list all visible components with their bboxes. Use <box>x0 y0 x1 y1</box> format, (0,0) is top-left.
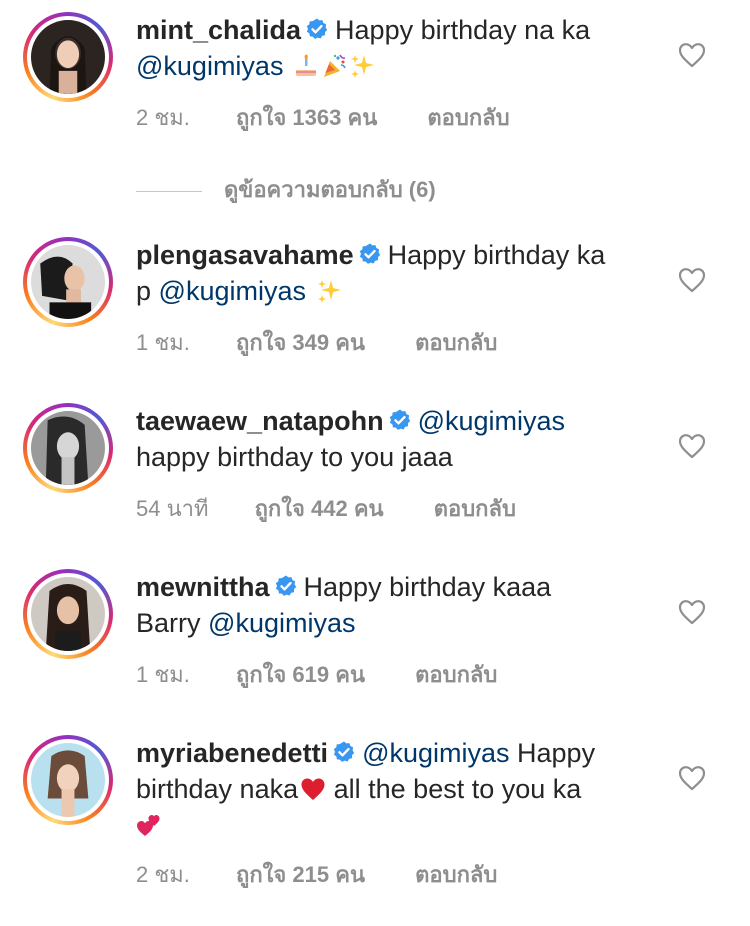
comment-text: Barry <box>136 608 201 638</box>
like-heart-icon[interactable] <box>678 267 706 293</box>
reply-button[interactable]: ตอบกลับ <box>415 325 497 360</box>
birthday-cake-icon <box>293 53 319 79</box>
comment-username[interactable]: mewnittha <box>136 572 270 602</box>
verified-badge-icon <box>332 740 356 764</box>
mention-link[interactable]: @kugimiyas <box>136 51 283 81</box>
avatar-story-ring[interactable] <box>23 735 113 825</box>
comment-body: mewnittha Happy birthday kaaa Barry @kugi… <box>136 569 656 641</box>
comment-body: mint_chalida Happy birthday na ka @kugimi… <box>136 12 656 84</box>
comment-body: taewaew_natapohn @kugimiyas happy birthda… <box>136 403 656 475</box>
party-popper-icon <box>321 53 347 79</box>
avatar <box>31 743 105 817</box>
likes-count[interactable]: ถูกใจ 349 คน <box>236 325 365 360</box>
verified-badge-icon <box>388 408 412 432</box>
comment-time: 54 นาที <box>136 496 209 521</box>
comment-meta: 2 ชม. ถูกใจ 215 คน ตอบกลับ <box>136 857 497 892</box>
like-heart-icon[interactable] <box>678 599 706 625</box>
view-replies-label: ดูข้อความตอบกลับ (6) <box>224 177 436 202</box>
likes-count[interactable]: ถูกใจ 442 คน <box>255 491 384 526</box>
avatar <box>31 245 105 319</box>
avatar <box>31 411 105 485</box>
comment-time: 2 ชม. <box>136 105 190 130</box>
comment-meta: 1 ชม. ถูกใจ 619 คน ตอบกลับ <box>136 657 497 692</box>
comment-time: 2 ชม. <box>136 862 190 887</box>
verified-badge-icon <box>274 574 298 598</box>
comment-body: myriabenedetti @kugimiyas Happy birthday … <box>136 735 656 843</box>
comment-text: Happy birthday ka <box>387 240 606 270</box>
comment-username[interactable]: myriabenedetti <box>136 738 328 768</box>
avatar <box>31 577 105 651</box>
comment-meta: 2 ชม. ถูกใจ 1363 คน ตอบกลับ <box>136 100 510 135</box>
likes-count[interactable]: ถูกใจ 215 คน <box>236 857 365 892</box>
mention-link[interactable]: @kugimiyas <box>418 406 565 436</box>
mention-link[interactable]: @kugimiyas <box>159 276 306 306</box>
comment-username[interactable]: plengasavahame <box>136 240 354 270</box>
avatar-story-ring[interactable] <box>23 237 113 327</box>
reply-button[interactable]: ตอบกลับ <box>415 857 497 892</box>
comment-time: 1 ชม. <box>136 330 190 355</box>
comment-text: happy birthday to you jaaa <box>136 442 453 472</box>
reply-button[interactable]: ตอบกลับ <box>434 491 516 526</box>
verified-badge-icon <box>358 242 382 266</box>
avatar <box>31 20 105 94</box>
reply-button[interactable]: ตอบกลับ <box>415 657 497 692</box>
divider-line <box>136 190 202 192</box>
view-replies-button[interactable]: ดูข้อความตอบกลับ (6) <box>136 172 436 207</box>
comment-body: plengasavahame Happy birthday ka p @kugim… <box>136 237 656 309</box>
red-heart-icon <box>300 776 326 802</box>
comment-username[interactable]: mint_chalida <box>136 15 301 45</box>
verified-badge-icon <box>305 17 329 41</box>
likes-count[interactable]: ถูกใจ 619 คน <box>236 657 365 692</box>
sparkles-icon <box>349 53 375 79</box>
avatar-story-ring[interactable] <box>23 569 113 659</box>
comment-username[interactable]: taewaew_natapohn <box>136 406 384 436</box>
avatar-story-ring[interactable] <box>23 403 113 493</box>
two-hearts-icon <box>136 812 162 838</box>
comment-text: Happy birthday kaaa <box>303 572 552 602</box>
like-heart-icon[interactable] <box>678 433 706 459</box>
like-heart-icon[interactable] <box>678 765 706 791</box>
comment-meta: 54 นาที ถูกใจ 442 คน ตอบกลับ <box>136 491 516 526</box>
likes-count[interactable]: ถูกใจ 1363 คน <box>236 100 377 135</box>
like-heart-icon[interactable] <box>678 42 706 68</box>
mention-link[interactable]: @kugimiyas <box>208 608 355 638</box>
comment-time: 1 ชม. <box>136 662 190 687</box>
comment-text: p <box>136 276 152 306</box>
mention-link[interactable]: @kugimiyas <box>362 738 509 768</box>
comment-meta: 1 ชม. ถูกใจ 349 คน ตอบกลับ <box>136 325 497 360</box>
avatar-story-ring[interactable] <box>23 12 113 102</box>
comment-text: Happy <box>517 738 596 768</box>
comment-text: birthday naka <box>136 774 299 804</box>
comment-text: all the best to you ka <box>333 774 582 804</box>
reply-button[interactable]: ตอบกลับ <box>427 100 509 135</box>
sparkles-icon <box>316 278 342 304</box>
comment-text: Happy birthday na ka <box>335 15 591 45</box>
